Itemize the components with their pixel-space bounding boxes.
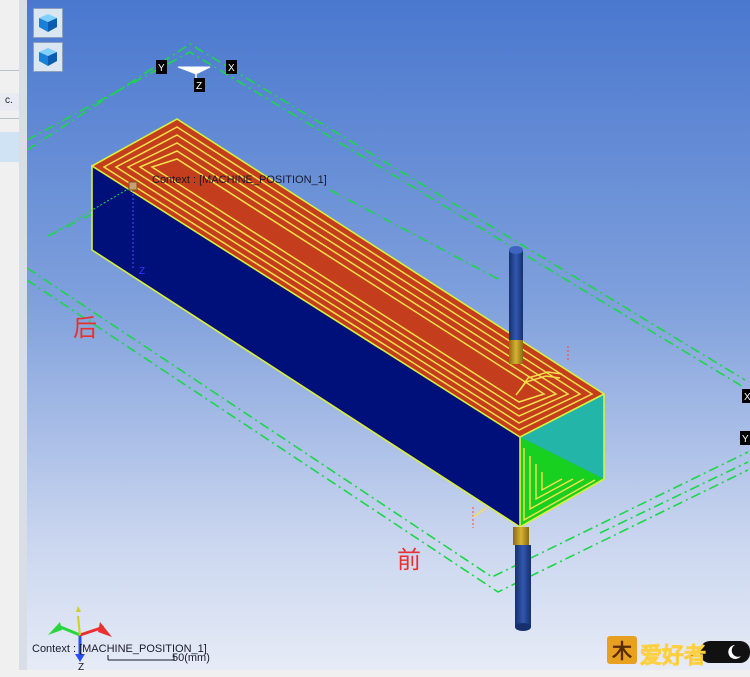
iso-cube-icon	[39, 14, 57, 32]
watermark-text: 爱好者	[640, 643, 706, 668]
panel-divider	[0, 70, 19, 71]
panel-divider	[0, 118, 19, 119]
panel-tool-label: c.	[5, 95, 13, 106]
view-iso-button[interactable]	[33, 8, 63, 38]
side-axis-labels: X Y	[740, 389, 750, 445]
watermark-logo: 木 爱好者	[607, 636, 750, 668]
origin-axis-z-label: Z	[139, 266, 145, 277]
bottom-border	[0, 670, 750, 677]
viewport-canvas[interactable]: Z Context : [MACHINE_POSITION_1] Y X Z X…	[26, 0, 750, 673]
side-axis-x-label: X	[744, 392, 750, 403]
svg-text:木: 木	[611, 639, 633, 663]
side-axis-y-label: Y	[742, 434, 749, 445]
panel-tool-button[interactable]: c.	[0, 93, 19, 111]
view-fit-button[interactable]	[33, 42, 63, 72]
panel-selected-row[interactable]	[0, 132, 19, 162]
left-panel: c.	[0, 0, 20, 677]
viewport-border	[19, 0, 27, 670]
top-axis-z-label: Z	[196, 81, 202, 92]
bottom-axis-z-label: Z	[78, 662, 84, 670]
iso-cube-icon	[39, 48, 57, 66]
rod-lower	[515, 545, 531, 627]
scale-bar-label: 50(mm)	[172, 652, 210, 664]
top-axis-y-label: Y	[158, 63, 165, 74]
front-annotation: 前	[397, 547, 421, 574]
rod-upper	[509, 250, 523, 340]
rod-collar-upper	[509, 340, 523, 364]
context-label: Context : [MACHINE_POSITION_1]	[152, 174, 327, 186]
triad-glyph	[177, 66, 211, 75]
top-axis-x-label: X	[228, 63, 235, 74]
rod-collar-lower	[513, 527, 529, 545]
back-annotation: 后	[73, 315, 97, 342]
3d-viewport[interactable]: Z Context : [MACHINE_POSITION_1] Y X Z X…	[26, 0, 750, 673]
